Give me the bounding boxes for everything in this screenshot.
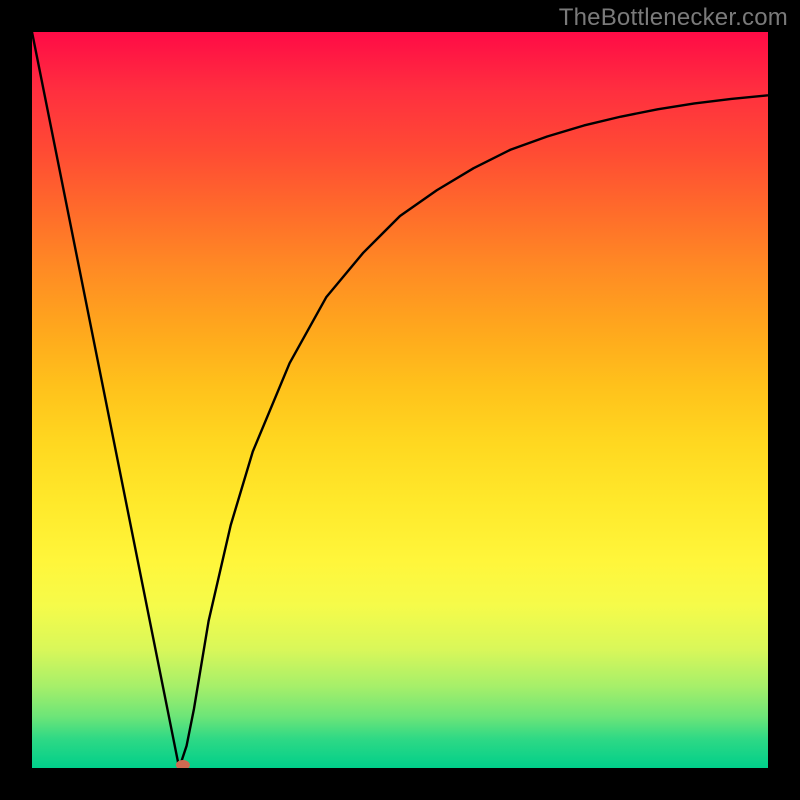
chart-frame: TheBottlenecker.com — [0, 0, 800, 800]
bottleneck-curve — [32, 32, 768, 768]
watermark-text: TheBottlenecker.com — [559, 4, 788, 32]
plot-area — [32, 32, 768, 768]
